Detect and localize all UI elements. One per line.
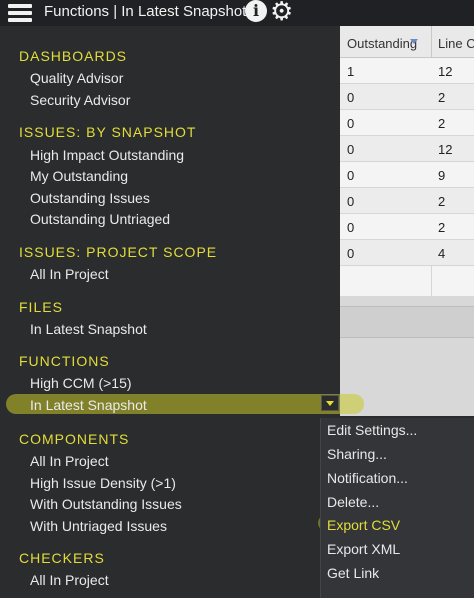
table-cell: 0 <box>347 168 355 183</box>
menu-item-with-untriaged-issues[interactable]: With Untriaged Issues <box>30 518 167 534</box>
menu-item-with-outstanding-issues[interactable]: With Outstanding Issues <box>30 496 182 512</box>
menu-item-sharing[interactable]: Sharing... <box>327 446 387 462</box>
column-divider[interactable] <box>431 26 432 58</box>
table-cell: 0 <box>347 116 355 131</box>
hamburger-menu-icon[interactable] <box>8 2 34 24</box>
menu-item-delete[interactable]: Delete... <box>327 494 379 510</box>
table-header: Outstanding Line C <box>340 26 474 58</box>
menu-item-export-xml[interactable]: Export XML <box>327 541 400 557</box>
menu-item-components-all-in-project[interactable]: All In Project <box>30 453 109 469</box>
section-heading-files: FILES <box>19 299 63 315</box>
table-cell: 0 <box>347 194 355 209</box>
table-row[interactable]: 0 2 <box>340 84 474 110</box>
table-row[interactable]: 0 2 <box>340 214 474 240</box>
table-cell: 4 <box>438 246 446 261</box>
table-row[interactable]: 0 2 <box>340 188 474 214</box>
table-cell: 0 <box>347 220 355 235</box>
table-row[interactable]: 0 4 <box>340 240 474 266</box>
menu-item-notification[interactable]: Notification... <box>327 470 408 486</box>
menu-item-my-outstanding[interactable]: My Outstanding <box>30 168 128 184</box>
section-heading-checkers: CHECKERS <box>19 550 105 566</box>
table-cell: 2 <box>438 194 446 209</box>
section-heading-dashboards: DASHBOARDS <box>19 48 128 64</box>
column-header-line[interactable]: Line C <box>438 36 474 51</box>
table-row[interactable]: 0 9 <box>340 162 474 188</box>
section-heading-issues-by-snapshot: ISSUES: BY SNAPSHOT <box>19 124 197 140</box>
menu-item-functions-in-latest-snapshot[interactable]: In Latest Snapshot <box>30 397 147 413</box>
table-cell: 2 <box>438 116 446 131</box>
table-cell: 12 <box>438 64 453 79</box>
menu-item-outstanding-issues[interactable]: Outstanding Issues <box>30 190 150 206</box>
menu-item-issues-all-in-project[interactable]: All In Project <box>30 266 109 282</box>
panel-bar <box>340 306 474 338</box>
menu-item-outstanding-untriaged[interactable]: Outstanding Untriaged <box>30 211 170 227</box>
menu-item-high-ccm[interactable]: High CCM (>15) <box>30 375 132 391</box>
column-header-outstanding[interactable]: Outstanding <box>347 36 417 51</box>
top-bar: Functions | In Latest Snapshot i ⚙ <box>0 0 474 26</box>
gear-icon[interactable]: ⚙ <box>270 0 293 25</box>
table-cell: 1 <box>347 64 355 79</box>
menu-item-edit-settings[interactable]: Edit Settings... <box>327 422 417 438</box>
table-cell: 0 <box>347 246 355 261</box>
navigation-menu: DASHBOARDS Quality Advisor Security Advi… <box>0 26 340 598</box>
menu-item-checkers-all-in-project[interactable]: All In Project <box>30 572 109 588</box>
table-row[interactable]: 0 12 <box>340 136 474 162</box>
menu-item-high-issue-density[interactable]: High Issue Density (>1) <box>30 475 176 491</box>
table-cell: 9 <box>438 168 446 183</box>
menu-item-high-impact-outstanding[interactable]: High Impact Outstanding <box>30 147 184 163</box>
page-title: Functions | In Latest Snapshot <box>44 3 247 20</box>
table-cell: 12 <box>438 142 453 157</box>
section-heading-functions: FUNCTIONS <box>19 353 110 369</box>
table-row[interactable]: 1 12 <box>340 58 474 84</box>
context-menu: Edit Settings... Sharing... Notification… <box>320 418 474 598</box>
table-row[interactable]: 0 2 <box>340 110 474 136</box>
menu-item-security-advisor[interactable]: Security Advisor <box>30 92 130 108</box>
table-cell: 0 <box>347 90 355 105</box>
table-cell: 2 <box>438 220 446 235</box>
menu-item-get-link[interactable]: Get Link <box>327 565 379 581</box>
menu-item-files-in-latest-snapshot[interactable]: In Latest Snapshot <box>30 321 147 337</box>
info-icon[interactable]: i <box>245 0 267 22</box>
issues-table: Outstanding Line C 1 12 0 2 0 2 0 12 0 9… <box>340 26 474 296</box>
table-cell: 2 <box>438 90 446 105</box>
table-cell: 0 <box>347 142 355 157</box>
menu-item-quality-advisor[interactable]: Quality Advisor <box>30 70 123 86</box>
section-heading-components: COMPONENTS <box>19 431 130 447</box>
chevron-down-icon[interactable] <box>321 395 339 411</box>
menu-item-export-csv[interactable]: Export CSV <box>327 517 400 533</box>
section-heading-issues-project-scope: ISSUES: PROJECT SCOPE <box>19 244 218 260</box>
sort-arrow-icon[interactable] <box>410 39 418 44</box>
